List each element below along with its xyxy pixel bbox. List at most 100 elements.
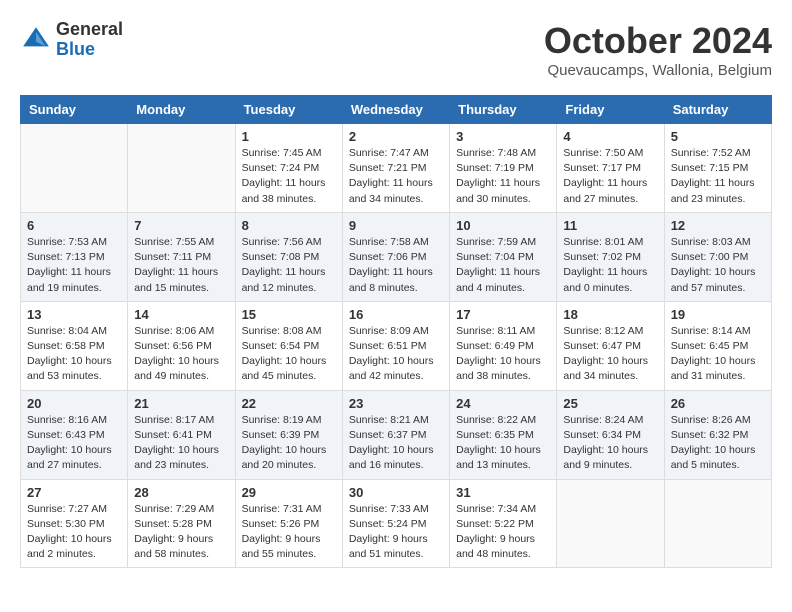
day-info: Sunrise: 8:22 AM Sunset: 6:35 PM Dayligh… <box>456 413 550 474</box>
day-number: 12 <box>671 218 765 233</box>
day-number: 20 <box>27 396 121 411</box>
calendar-cell: 7 Sunrise: 7:55 AM Sunset: 7:11 PM Daylig… <box>128 212 235 301</box>
month-title: October 2024 <box>544 20 772 62</box>
calendar-cell <box>21 124 128 213</box>
calendar-cell: 15 Sunrise: 8:08 AM Sunset: 6:54 PM Dayli… <box>235 301 342 390</box>
calendar-cell: 22 Sunrise: 8:19 AM Sunset: 6:39 PM Dayli… <box>235 390 342 479</box>
logo: General Blue <box>20 20 123 60</box>
day-number: 2 <box>349 129 443 144</box>
weekday-header-saturday: Saturday <box>664 96 771 124</box>
day-info: Sunrise: 8:19 AM Sunset: 6:39 PM Dayligh… <box>242 413 336 474</box>
calendar-cell: 23 Sunrise: 8:21 AM Sunset: 6:37 PM Dayli… <box>342 390 449 479</box>
calendar-cell: 18 Sunrise: 8:12 AM Sunset: 6:47 PM Dayli… <box>557 301 664 390</box>
calendar-cell: 28 Sunrise: 7:29 AM Sunset: 5:28 PM Dayli… <box>128 479 235 568</box>
day-number: 29 <box>242 485 336 500</box>
day-info: Sunrise: 8:12 AM Sunset: 6:47 PM Dayligh… <box>563 324 657 385</box>
day-info: Sunrise: 7:52 AM Sunset: 7:15 PM Dayligh… <box>671 146 765 207</box>
weekday-header-row: SundayMondayTuesdayWednesdayThursdayFrid… <box>21 96 772 124</box>
day-info: Sunrise: 7:29 AM Sunset: 5:28 PM Dayligh… <box>134 502 228 563</box>
day-number: 27 <box>27 485 121 500</box>
calendar-cell: 10Sunrise: 7:59 AM Sunset: 7:04 PM Dayli… <box>450 212 557 301</box>
weekday-header-tuesday: Tuesday <box>235 96 342 124</box>
day-info: Sunrise: 8:11 AM Sunset: 6:49 PM Dayligh… <box>456 324 550 385</box>
logo-blue-text: Blue <box>56 40 123 60</box>
day-number: 4 <box>563 129 657 144</box>
day-number: 13 <box>27 307 121 322</box>
day-number: 11 <box>563 218 657 233</box>
week-row-5: 27 Sunrise: 7:27 AM Sunset: 5:30 PM Dayli… <box>21 479 772 568</box>
weekday-header-thursday: Thursday <box>450 96 557 124</box>
day-number: 9 <box>349 218 443 233</box>
day-number: 30 <box>349 485 443 500</box>
calendar-cell: 6 Sunrise: 7:53 AM Sunset: 7:13 PM Daylig… <box>21 212 128 301</box>
day-number: 3 <box>456 129 550 144</box>
calendar-cell: 4 Sunrise: 7:50 AM Sunset: 7:17 PM Daylig… <box>557 124 664 213</box>
calendar-cell <box>128 124 235 213</box>
calendar-cell: 13 Sunrise: 8:04 AM Sunset: 6:58 PM Dayli… <box>21 301 128 390</box>
day-number: 5 <box>671 129 765 144</box>
calendar-cell: 26 Sunrise: 8:26 AM Sunset: 6:32 PM Dayli… <box>664 390 771 479</box>
day-info: Sunrise: 7:45 AM Sunset: 7:24 PM Dayligh… <box>242 146 336 207</box>
calendar-cell: 8 Sunrise: 7:56 AM Sunset: 7:08 PM Daylig… <box>235 212 342 301</box>
day-number: 1 <box>242 129 336 144</box>
day-number: 25 <box>563 396 657 411</box>
week-row-1: 1 Sunrise: 7:45 AM Sunset: 7:24 PM Daylig… <box>21 124 772 213</box>
calendar-cell: 9 Sunrise: 7:58 AM Sunset: 7:06 PM Daylig… <box>342 212 449 301</box>
day-number: 26 <box>671 396 765 411</box>
day-info: Sunrise: 8:04 AM Sunset: 6:58 PM Dayligh… <box>27 324 121 385</box>
calendar-cell: 25Sunrise: 8:24 AM Sunset: 6:34 PM Dayli… <box>557 390 664 479</box>
calendar-cell: 12Sunrise: 8:03 AM Sunset: 7:00 PM Dayli… <box>664 212 771 301</box>
day-info: Sunrise: 7:27 AM Sunset: 5:30 PM Dayligh… <box>27 502 121 563</box>
day-info: Sunrise: 7:58 AM Sunset: 7:06 PM Dayligh… <box>349 235 443 296</box>
day-number: 28 <box>134 485 228 500</box>
weekday-header-wednesday: Wednesday <box>342 96 449 124</box>
day-info: Sunrise: 8:17 AM Sunset: 6:41 PM Dayligh… <box>134 413 228 474</box>
week-row-4: 20Sunrise: 8:16 AM Sunset: 6:43 PM Dayli… <box>21 390 772 479</box>
weekday-header-friday: Friday <box>557 96 664 124</box>
calendar-cell: 3Sunrise: 7:48 AM Sunset: 7:19 PM Daylig… <box>450 124 557 213</box>
day-number: 10 <box>456 218 550 233</box>
day-info: Sunrise: 8:14 AM Sunset: 6:45 PM Dayligh… <box>671 324 765 385</box>
day-number: 21 <box>134 396 228 411</box>
day-number: 8 <box>242 218 336 233</box>
calendar-cell: 1 Sunrise: 7:45 AM Sunset: 7:24 PM Daylig… <box>235 124 342 213</box>
calendar-cell: 30 Sunrise: 7:33 AM Sunset: 5:24 PM Dayli… <box>342 479 449 568</box>
day-info: Sunrise: 7:47 AM Sunset: 7:21 PM Dayligh… <box>349 146 443 207</box>
title-section: October 2024 Quevaucamps, Wallonia, Belg… <box>544 20 772 79</box>
day-info: Sunrise: 7:50 AM Sunset: 7:17 PM Dayligh… <box>563 146 657 207</box>
calendar-table: SundayMondayTuesdayWednesdayThursdayFrid… <box>20 95 772 568</box>
calendar-cell: 29Sunrise: 7:31 AM Sunset: 5:26 PM Dayli… <box>235 479 342 568</box>
day-number: 22 <box>242 396 336 411</box>
day-number: 7 <box>134 218 228 233</box>
day-number: 15 <box>242 307 336 322</box>
week-row-3: 13 Sunrise: 8:04 AM Sunset: 6:58 PM Dayli… <box>21 301 772 390</box>
calendar-cell: 14Sunrise: 8:06 AM Sunset: 6:56 PM Dayli… <box>128 301 235 390</box>
day-info: Sunrise: 7:53 AM Sunset: 7:13 PM Dayligh… <box>27 235 121 296</box>
calendar-cell: 20Sunrise: 8:16 AM Sunset: 6:43 PM Dayli… <box>21 390 128 479</box>
calendar-cell: 11Sunrise: 8:01 AM Sunset: 7:02 PM Dayli… <box>557 212 664 301</box>
calendar-cell: 5 Sunrise: 7:52 AM Sunset: 7:15 PM Daylig… <box>664 124 771 213</box>
calendar-cell: 17Sunrise: 8:11 AM Sunset: 6:49 PM Dayli… <box>450 301 557 390</box>
weekday-header-sunday: Sunday <box>21 96 128 124</box>
day-info: Sunrise: 8:21 AM Sunset: 6:37 PM Dayligh… <box>349 413 443 474</box>
day-info: Sunrise: 8:08 AM Sunset: 6:54 PM Dayligh… <box>242 324 336 385</box>
day-number: 24 <box>456 396 550 411</box>
calendar-cell: 24 Sunrise: 8:22 AM Sunset: 6:35 PM Dayli… <box>450 390 557 479</box>
day-number: 18 <box>563 307 657 322</box>
day-number: 6 <box>27 218 121 233</box>
day-number: 19 <box>671 307 765 322</box>
page-header: General Blue October 2024 Quevaucamps, W… <box>20 20 772 79</box>
day-info: Sunrise: 8:09 AM Sunset: 6:51 PM Dayligh… <box>349 324 443 385</box>
day-info: Sunrise: 7:56 AM Sunset: 7:08 PM Dayligh… <box>242 235 336 296</box>
calendar-cell: 27 Sunrise: 7:27 AM Sunset: 5:30 PM Dayli… <box>21 479 128 568</box>
location-text: Quevaucamps, Wallonia, Belgium <box>544 62 772 79</box>
day-number: 23 <box>349 396 443 411</box>
calendar-cell: 16Sunrise: 8:09 AM Sunset: 6:51 PM Dayli… <box>342 301 449 390</box>
day-info: Sunrise: 8:26 AM Sunset: 6:32 PM Dayligh… <box>671 413 765 474</box>
calendar-cell: 2 Sunrise: 7:47 AM Sunset: 7:21 PM Daylig… <box>342 124 449 213</box>
day-info: Sunrise: 7:33 AM Sunset: 5:24 PM Dayligh… <box>349 502 443 563</box>
calendar-cell: 31Sunrise: 7:34 AM Sunset: 5:22 PM Dayli… <box>450 479 557 568</box>
day-info: Sunrise: 8:06 AM Sunset: 6:56 PM Dayligh… <box>134 324 228 385</box>
day-info: Sunrise: 7:34 AM Sunset: 5:22 PM Dayligh… <box>456 502 550 563</box>
day-info: Sunrise: 7:55 AM Sunset: 7:11 PM Dayligh… <box>134 235 228 296</box>
